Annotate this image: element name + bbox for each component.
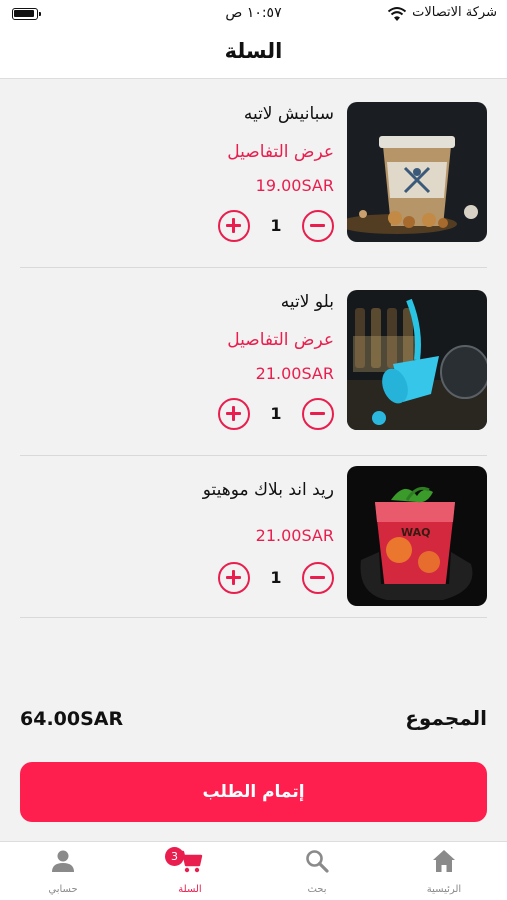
quantity-stepper: 1 xyxy=(218,210,334,244)
tab-cart-label: السلة xyxy=(178,884,202,895)
quantity-value: 1 xyxy=(270,216,282,235)
quantity-stepper: 1 xyxy=(218,562,334,596)
item-name: ريد اند بلاك موهيتو xyxy=(202,480,334,500)
product-image-red-black-mojito[interactable]: WAQ xyxy=(347,466,487,606)
tab-search[interactable]: بحث xyxy=(254,842,380,900)
item-price: 19.00SAR xyxy=(255,176,334,195)
cart-item: بلو لاتيه عرض التفاصيل 21.00SAR 1 xyxy=(20,268,487,456)
quantity-value: 1 xyxy=(270,404,282,423)
increase-quantity-button[interactable] xyxy=(218,398,250,430)
item-name: سبانيش لاتيه xyxy=(243,104,334,124)
tab-account-label: حسابي xyxy=(48,884,78,895)
decrease-quantity-button[interactable] xyxy=(302,562,334,594)
page-title: السلة xyxy=(224,39,283,63)
tab-home[interactable]: الرئيسية xyxy=(381,842,507,900)
decrease-quantity-button[interactable] xyxy=(302,398,334,430)
checkout-button[interactable]: إتمام الطلب xyxy=(20,762,487,822)
tab-home-label: الرئيسية xyxy=(426,884,462,895)
wifi-icon xyxy=(387,7,407,21)
cart-item: سبانيش لاتيه عرض التفاصيل 19.00SAR 1 xyxy=(20,80,487,268)
cart-count-badge: 3 xyxy=(165,847,184,866)
carrier-name: شركة الاتصالات xyxy=(412,5,497,20)
tab-search-label: بحث xyxy=(307,884,327,895)
page-header: السلة xyxy=(0,28,507,79)
cart-item: WAQ ريد اند بلاك موهيتو 21.00SAR 1 xyxy=(20,456,487,618)
user-icon xyxy=(52,850,74,872)
item-name: بلو لاتيه xyxy=(280,292,334,312)
increase-quantity-button[interactable] xyxy=(218,210,250,242)
product-image-spanish-latte[interactable] xyxy=(347,102,487,242)
status-bar: ١٠:٥٧ ص شركة الاتصالات xyxy=(0,0,507,28)
tab-bar: حسابي 3 السلة بحث الرئيسية xyxy=(0,841,507,900)
item-price: 21.00SAR xyxy=(255,364,334,383)
product-image-blue-latte[interactable] xyxy=(347,290,487,430)
decrease-quantity-button[interactable] xyxy=(302,210,334,242)
total-value: 64.00SAR xyxy=(20,708,124,730)
view-details-link[interactable]: عرض التفاصيل xyxy=(227,330,334,350)
view-details-link[interactable]: عرض التفاصيل xyxy=(227,142,334,162)
svg-text:WAQ: WAQ xyxy=(401,526,431,539)
increase-quantity-button[interactable] xyxy=(218,562,250,594)
quantity-value: 1 xyxy=(270,568,282,587)
home-icon xyxy=(433,850,455,872)
item-price: 21.00SAR xyxy=(255,526,334,545)
quantity-stepper: 1 xyxy=(218,398,334,432)
tab-cart[interactable]: 3 السلة xyxy=(127,842,253,900)
tab-account[interactable]: حسابي xyxy=(0,842,126,900)
search-icon xyxy=(306,850,329,873)
order-total: 64.00SAR المجموع xyxy=(20,706,487,736)
total-label: المجموع xyxy=(405,706,487,730)
